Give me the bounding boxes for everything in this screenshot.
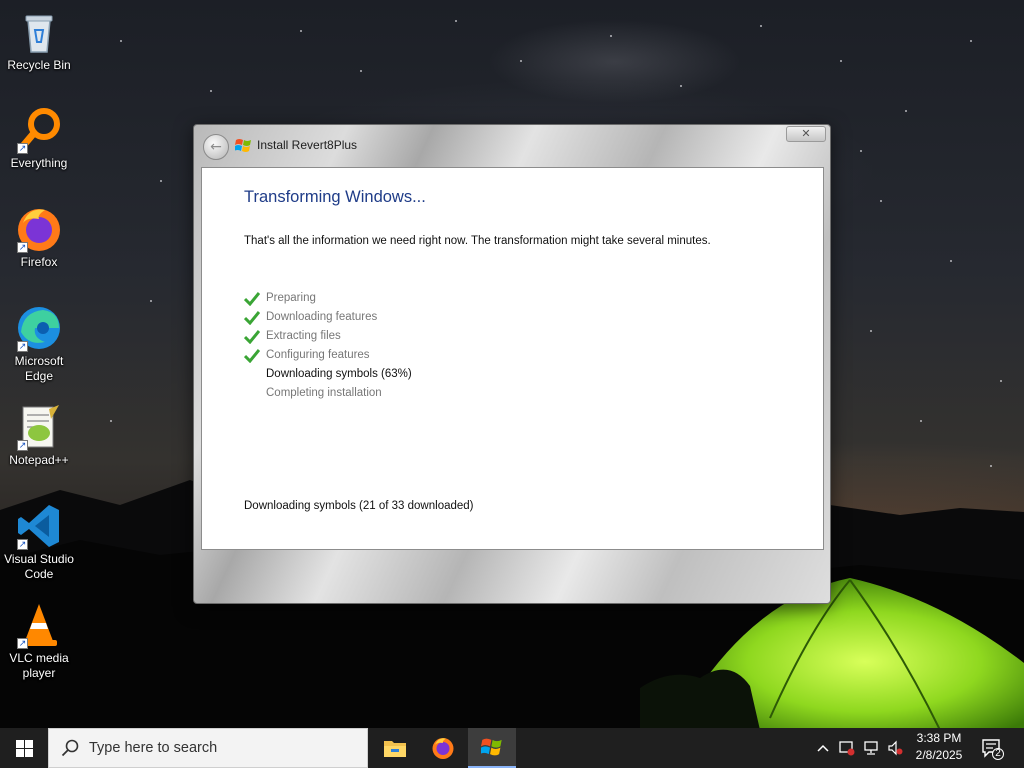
firefox-icon xyxy=(432,738,454,759)
vscode-icon: ↗ xyxy=(15,502,63,550)
desktop-icon-notepad-plus-plus[interactable]: ↗ Notepad++ xyxy=(0,403,78,468)
step-item-downloading-symbols: Downloading symbols (63%) xyxy=(244,365,412,384)
notification-count-badge: 2 xyxy=(995,748,1001,759)
search-icon xyxy=(61,739,79,757)
step-item-downloading-features: Downloading features xyxy=(244,308,412,327)
checkmark-icon xyxy=(244,292,260,306)
taskbar-app-installer[interactable] xyxy=(468,728,516,768)
shortcut-arrow-icon: ↗ xyxy=(17,539,28,550)
close-icon: ✕ xyxy=(801,127,811,140)
taskbar: Type here to search 3:38 PM 2/8/2025 2 xyxy=(0,728,1024,768)
window-titlebar[interactable]: ← Install Revert8Plus ✕ xyxy=(194,125,830,167)
close-button[interactable]: ✕ xyxy=(786,126,826,142)
desktop-icon-label: Recycle Bin xyxy=(7,58,71,72)
installer-content-panel: Transforming Windows... That's all the i… xyxy=(201,167,824,550)
checkmark-icon xyxy=(244,330,260,344)
shortcut-arrow-icon: ↗ xyxy=(17,341,28,352)
taskbar-search-box[interactable]: Type here to search xyxy=(48,728,368,768)
desktop-icon-vlc[interactable]: ↗ VLC media player xyxy=(0,601,78,681)
status-text: Downloading symbols (21 of 33 downloaded… xyxy=(244,500,474,512)
notification-center-button[interactable]: 2 xyxy=(980,736,1004,760)
windows-logo-icon xyxy=(15,739,33,757)
step-item-preparing: Preparing xyxy=(244,289,412,308)
step-label: Completing installation xyxy=(266,387,382,399)
step-label: Preparing xyxy=(266,292,316,304)
recycle-bin-icon xyxy=(15,8,63,56)
step-item-configuring-features: Configuring features xyxy=(244,346,412,365)
desktop-icon-everything[interactable]: ↗ Everything xyxy=(0,106,78,171)
vlc-icon: ↗ xyxy=(15,601,63,649)
window-title: Install Revert8Plus xyxy=(257,138,358,152)
start-button[interactable] xyxy=(0,728,48,768)
desktop-icon-label: Visual Studio Code xyxy=(4,552,74,581)
security-alert-icon xyxy=(839,741,855,756)
chevron-up-icon xyxy=(817,744,829,752)
progress-steps-list: Preparing Downloading features Extractin… xyxy=(244,289,412,403)
desktop-icon-label: Notepad++ xyxy=(9,453,69,467)
page-heading: Transforming Windows... xyxy=(244,188,426,206)
desktop-icon-label: Everything xyxy=(10,156,68,170)
installer-window: ← Install Revert8Plus ✕ Transforming Win… xyxy=(193,124,831,604)
desktop-icon-recycle-bin[interactable]: Recycle Bin xyxy=(0,8,78,73)
show-hidden-icons-button[interactable] xyxy=(812,728,834,768)
desktop-icon-vscode[interactable]: ↗ Visual Studio Code xyxy=(0,502,78,582)
desktop-icon-firefox[interactable]: ↗ Firefox xyxy=(0,205,78,270)
shortcut-arrow-icon: ↗ xyxy=(17,638,28,649)
clock-date: 2/8/2025 xyxy=(915,748,963,762)
step-item-extracting-files: Extracting files xyxy=(244,327,412,346)
desktop-icon-label: Microsoft Edge xyxy=(14,354,64,383)
volume-muted-icon xyxy=(888,740,903,756)
installer-icon xyxy=(481,738,502,756)
info-text: That's all the information we need right… xyxy=(244,235,711,247)
step-label: Downloading symbols (63%) xyxy=(266,368,412,380)
desktop-icon-label: VLC media player xyxy=(9,651,69,680)
shortcut-arrow-icon: ↗ xyxy=(17,143,28,154)
tray-volume-button[interactable] xyxy=(884,728,906,768)
step-label: Extracting files xyxy=(266,330,341,342)
taskbar-clock[interactable]: 3:38 PM 2/8/2025 xyxy=(910,730,968,764)
shortcut-arrow-icon: ↗ xyxy=(17,242,28,253)
step-label: Downloading features xyxy=(266,311,378,323)
taskbar-app-firefox[interactable] xyxy=(419,728,467,768)
edge-icon: ↗ xyxy=(15,304,63,352)
checkmark-icon xyxy=(244,311,260,325)
windows-flag-icon xyxy=(235,139,251,152)
desktop-icon-edge[interactable]: ↗ Microsoft Edge xyxy=(0,304,78,384)
checkmark-icon xyxy=(244,349,260,363)
clock-time: 3:38 PM xyxy=(916,731,962,745)
tray-network-button[interactable] xyxy=(860,728,882,768)
step-item-completing-installation: Completing installation xyxy=(244,384,412,403)
file-explorer-icon xyxy=(384,741,406,757)
notepad-plus-plus-icon: ↗ xyxy=(15,403,63,451)
step-label: Configuring features xyxy=(266,349,370,361)
back-button[interactable]: ← xyxy=(203,134,229,160)
shortcut-arrow-icon: ↗ xyxy=(17,440,28,451)
everything-search-icon: ↗ xyxy=(15,106,63,154)
arrow-left-icon: ← xyxy=(210,139,222,155)
taskbar-app-file-explorer[interactable] xyxy=(371,728,419,768)
desktop-icon-label: Firefox xyxy=(20,255,58,269)
tray-security-button[interactable] xyxy=(836,728,858,768)
search-placeholder: Type here to search xyxy=(89,740,218,756)
firefox-icon: ↗ xyxy=(15,205,63,253)
network-icon xyxy=(864,741,878,755)
